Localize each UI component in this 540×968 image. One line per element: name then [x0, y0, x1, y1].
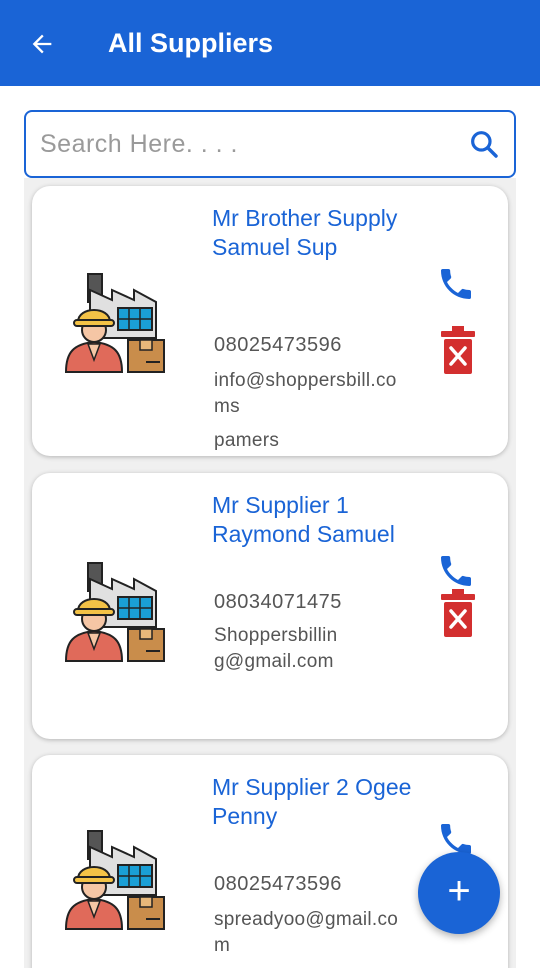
add-supplier-button[interactable]: +: [418, 852, 500, 934]
supplier-name: Mr Supplier 1 Raymond Samuel: [212, 492, 395, 547]
search-icon[interactable]: [468, 128, 500, 160]
delete-icon[interactable]: [440, 326, 476, 374]
supplier-note: pamers: [214, 430, 280, 451]
supplier-factory-worker-icon: [64, 830, 165, 930]
supplier-email: spreadyoo@gmail.com: [214, 909, 399, 956]
phone-icon[interactable]: [436, 551, 476, 591]
supplier-phone: 08025473596: [214, 873, 342, 895]
arrow-left-icon: [32, 34, 52, 54]
supplier-email: Shoppersbilling@gmail.com: [214, 625, 338, 672]
supplier-card[interactable]: Mr Brother Supply Samuel Sup 08025473596…: [32, 186, 508, 456]
supplier-card[interactable]: Mr Supplier 1 Raymond Samuel 08034071475…: [32, 473, 508, 739]
supplier-name: Mr Brother Supply Samuel Sup: [212, 205, 398, 260]
app-bar: All Suppliers: [0, 0, 540, 86]
search-box: [24, 110, 516, 178]
supplier-factory-worker-icon: [64, 273, 165, 373]
phone-icon[interactable]: [436, 264, 476, 304]
delete-icon[interactable]: [440, 589, 476, 637]
page-title: All Suppliers: [108, 28, 274, 58]
supplier-phone: 08025473596: [214, 334, 342, 356]
supplier-email: info@shoppersbill.coms: [214, 370, 397, 417]
supplier-factory-worker-icon: [64, 562, 165, 662]
supplier-name: Mr Supplier 2 Ogee Penny: [212, 774, 412, 829]
supplier-list[interactable]: Mr Brother Supply Samuel Sup 08025473596…: [24, 178, 516, 968]
plus-icon: +: [447, 869, 471, 913]
search-input[interactable]: [40, 124, 440, 164]
supplier-phone: 08034071475: [214, 591, 342, 613]
back-button[interactable]: [24, 26, 60, 62]
